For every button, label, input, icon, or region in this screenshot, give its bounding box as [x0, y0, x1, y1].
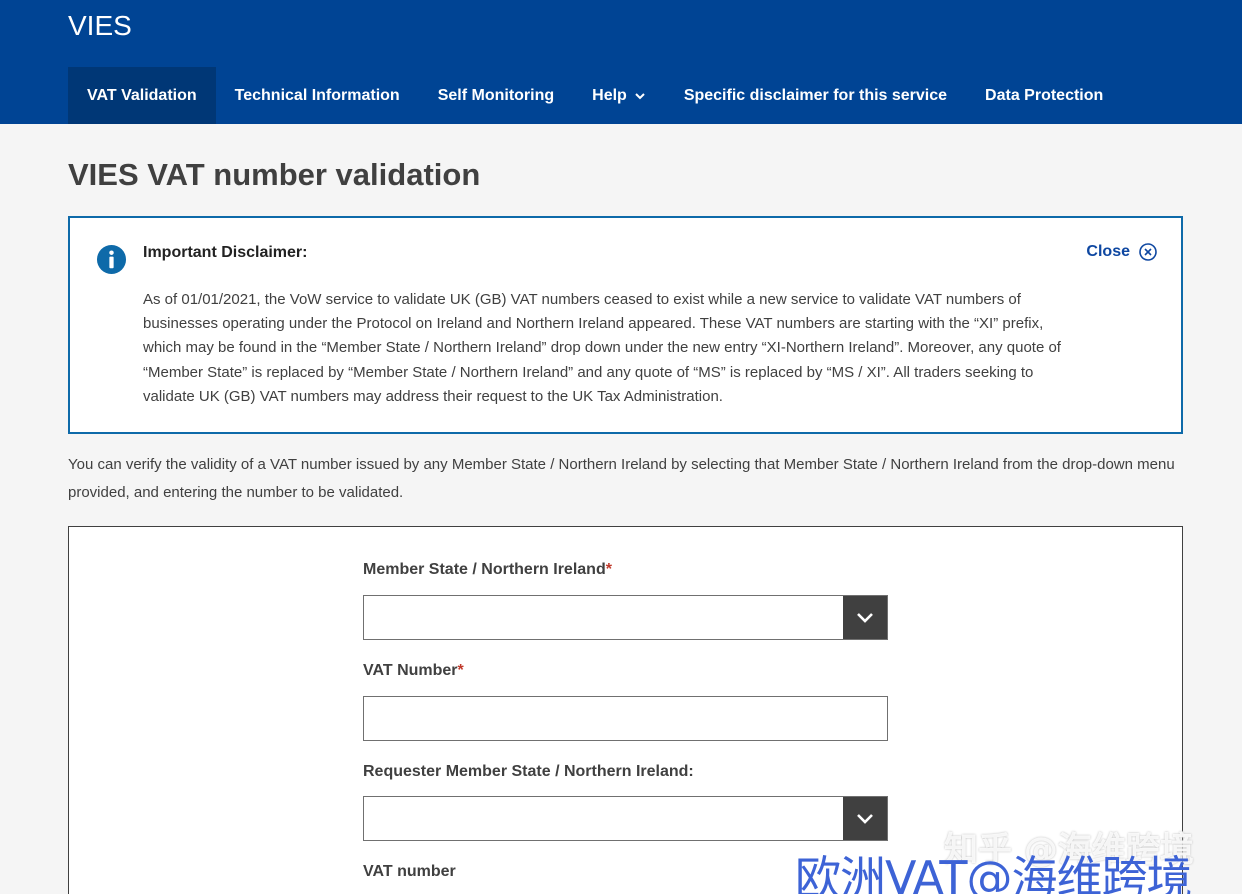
requester-member-state-label: Requester Member State / Northern Irelan…: [363, 763, 694, 780]
close-circle-icon: [1139, 243, 1157, 261]
member-state-select[interactable]: [363, 595, 888, 640]
disclaimer-heading: Important Disclaimer:: [143, 244, 308, 261]
chevron-down-icon: [857, 612, 873, 623]
disclaimer-close-button[interactable]: Close: [1086, 243, 1157, 261]
main-nav: VAT Validation Technical Information Sel…: [68, 67, 1122, 124]
nav-technical-information[interactable]: Technical Information: [216, 67, 419, 124]
dropdown-toggle[interactable]: [843, 596, 887, 639]
disclaimer-box: Important Disclaimer: Close As of 01/01/…: [68, 216, 1183, 434]
nav-label: Data Protection: [985, 86, 1104, 104]
requester-member-state-select[interactable]: [363, 796, 888, 841]
nav-label: Specific disclaimer for this service: [683, 86, 948, 104]
nav-vat-validation[interactable]: VAT Validation: [68, 67, 216, 124]
watermark-haiwei: 欧洲VAT@海维跨境: [795, 851, 1193, 894]
required-mark: *: [605, 561, 612, 578]
site-header: VIES VAT Validation Technical Informatio…: [0, 0, 1242, 124]
page-title: VIES VAT number validation: [68, 157, 481, 192]
disclaimer-text: As of 01/01/2021, the VoW service to val…: [143, 291, 1061, 405]
nav-label: VAT Validation: [87, 86, 197, 104]
close-label: Close: [1086, 243, 1130, 260]
intro-text: You can verify the validity of a VAT num…: [68, 456, 1175, 501]
nav-label: Self Monitoring: [437, 86, 555, 104]
nav-label: Help: [592, 86, 627, 104]
chevron-down-icon: [635, 92, 645, 99]
required-mark: *: [457, 662, 464, 679]
nav-self-monitoring[interactable]: Self Monitoring: [419, 67, 573, 124]
nav-help[interactable]: Help: [573, 67, 665, 124]
member-state-label: Member State / Northern Ireland*: [363, 561, 612, 578]
info-icon: [96, 244, 127, 275]
nav-data-protection[interactable]: Data Protection: [966, 67, 1122, 124]
site-title[interactable]: VIES: [68, 10, 132, 42]
chevron-down-icon: [857, 813, 873, 824]
vat-number-label: VAT Number*: [363, 662, 464, 679]
nav-label: Technical Information: [234, 86, 400, 104]
vat-number-input[interactable]: [363, 696, 888, 741]
nav-specific-disclaimer[interactable]: Specific disclaimer for this service: [665, 67, 966, 124]
requester-vat-number-label: VAT number: [363, 863, 456, 880]
dropdown-toggle[interactable]: [843, 797, 887, 840]
